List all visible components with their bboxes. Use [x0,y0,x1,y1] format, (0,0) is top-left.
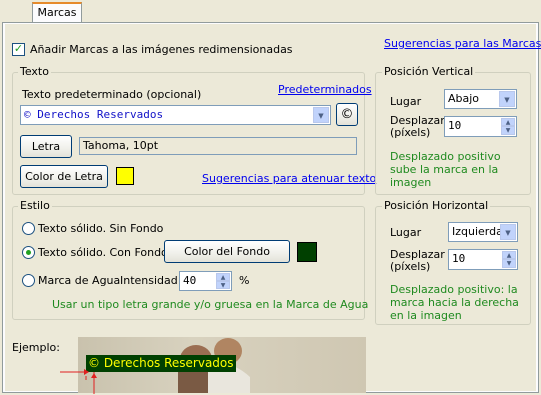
intensity-label: Intensidad [120,274,178,287]
defaults-link[interactable]: Predeterminados [278,83,372,96]
spin-down-icon[interactable]: ▼ [501,126,515,135]
copyright-button[interactable]: © [336,103,358,126]
example-label: Ejemplo: [12,341,60,354]
text-color-swatch[interactable] [116,167,134,185]
radio-solid-no-bg[interactable] [22,222,35,235]
bg-color-swatch[interactable] [297,242,317,262]
example-watermark: © Derechos Reservados [86,355,236,372]
watermark-label: Marca de Agua [38,274,121,287]
default-text-label: Texto predeterminado (opcional) [22,88,202,101]
tab-marcas[interactable]: Marcas [32,2,82,23]
spin-down-icon[interactable]: ▼ [502,259,516,268]
text-combo-input[interactable]: © Derechos Reservados [20,105,331,125]
radio-solid-with-bg[interactable] [22,246,35,259]
bg-color-button[interactable]: Color del Fondo [164,240,290,263]
add-marks-checkbox[interactable]: ✓ [12,43,25,56]
font-button-label: Letra [31,140,61,153]
fade-suggestions-link[interactable]: Sugerencias para atenuar texto [202,172,376,185]
bg-color-button-label: Color del Fondo [184,245,270,258]
solid-with-bg-label: Texto sólido. Con Fondo [38,246,168,259]
radio-watermark[interactable] [22,274,35,287]
add-marks-label: Añadir Marcas a las imágenes redimension… [30,43,293,56]
horizontal-offset-unit: (píxels) [390,260,431,273]
chevron-down-icon[interactable]: ▼ [499,91,515,107]
vertical-offset-unit: (píxels) [390,126,431,139]
vertical-group-title: Posición Vertical [382,65,476,78]
spin-up-icon[interactable]: ▲ [502,251,516,259]
texto-group-title: Texto [18,65,51,78]
horizontal-place-label: Lugar [390,226,422,239]
chevron-down-icon[interactable]: ▼ [500,224,516,240]
horizontal-group-title: Posición Horizontal [382,199,491,212]
spin-up-icon[interactable]: ▲ [216,273,230,281]
vertical-place-label: Lugar [390,95,422,108]
font-value: Tahoma, 10pt [79,137,357,155]
spin-up-icon[interactable]: ▲ [501,118,515,126]
horizontal-hint: Desplazado positivo: la marca hacia la d… [390,283,519,322]
text-color-button[interactable]: Color de Letra [20,165,108,188]
spin-down-icon[interactable]: ▼ [216,281,230,289]
watermark-hint: Usar un tipo letra grande y/o gruesa en … [52,298,369,311]
text-color-button-label: Color de Letra [25,170,103,183]
font-button[interactable]: Letra [20,135,72,158]
chevron-down-icon[interactable]: ▼ [313,107,329,123]
vertical-hint: Desplazado positivo sube la marca en la … [390,150,501,189]
suggestions-link[interactable]: Sugerencias para las Marcas [384,37,541,50]
solid-no-bg-label: Texto sólido. Sin Fondo [38,222,164,235]
estilo-group-title: Estilo [18,199,52,212]
intensity-unit: % [239,274,250,287]
offset-arrows-icon [60,369,97,394]
